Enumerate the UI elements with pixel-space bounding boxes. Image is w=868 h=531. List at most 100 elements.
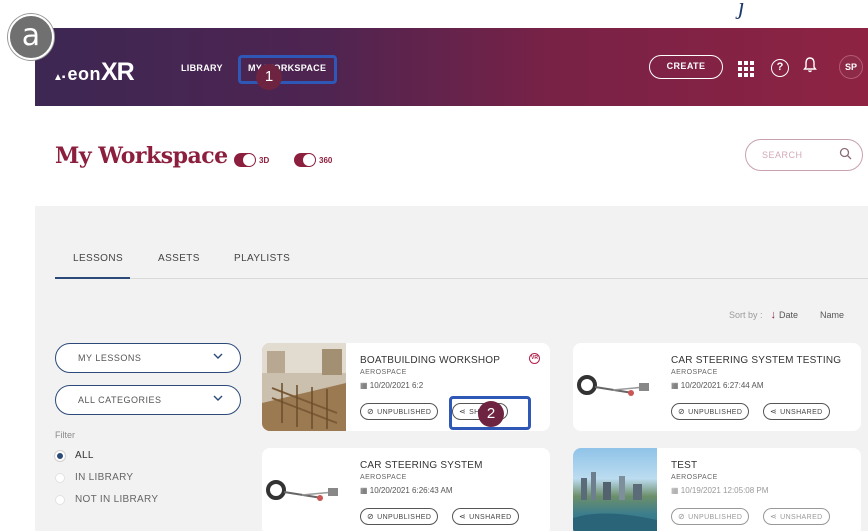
figure-label: a: [8, 14, 54, 60]
calendar-icon: ▦: [360, 486, 370, 495]
lesson-date: ▦ 10/20/2021 6:26:43 AM: [360, 486, 453, 495]
lesson-card[interactable]: CAR STEERING SYSTEM TESTING AEROSPACE ▦ …: [573, 343, 861, 431]
lesson-card[interactable]: TEST AEROSPACE ▦ 10/19/2021 12:05:08 PM …: [573, 448, 861, 531]
title-band: My Workspace 3D 360 SEARCH: [35, 106, 868, 206]
eonxr-logo[interactable]: ▲▪ eon XR: [53, 58, 135, 87]
publish-status-pill[interactable]: ⊘ UNPUBLISHED: [360, 403, 439, 420]
unpublished-icon: ⊘: [678, 407, 686, 416]
search-input[interactable]: SEARCH: [745, 139, 863, 171]
publish-status-label: UNPUBLISHED: [688, 409, 743, 416]
lesson-title[interactable]: TEST: [671, 460, 697, 471]
lesson-date: ▦ 10/19/2021 12:05:08 PM: [671, 486, 768, 495]
tab-assets[interactable]: ASSETS: [158, 253, 200, 264]
share-icon: ⋖: [770, 407, 778, 416]
unpublished-icon: ⊘: [367, 407, 375, 416]
search-placeholder: SEARCH: [762, 150, 803, 160]
radio-not-in-library-label: NOT IN LIBRARY: [75, 494, 159, 505]
publish-status-pill[interactable]: ⊘ UNPUBLISHED: [671, 508, 750, 525]
share-status-label: UNSHARED: [780, 514, 823, 521]
lesson-thumbnail[interactable]: [573, 448, 657, 531]
cropped-decoration: ȷ: [738, 0, 745, 20]
publish-status-label: UNPUBLISHED: [688, 514, 743, 521]
app-frame: ▲▪ eon XR LIBRARY MY WORKSPACE CREATE ? …: [35, 28, 868, 531]
lesson-title[interactable]: CAR STEERING SYSTEM: [360, 460, 483, 471]
lesson-date-value: 10/19/2021 12:05:08 PM: [680, 486, 769, 495]
share-status-pill[interactable]: ⋖ UNSHARED: [763, 508, 830, 525]
publish-status-label: UNPUBLISHED: [377, 514, 432, 521]
lessons-dropdown[interactable]: MY LESSONS: [55, 343, 241, 373]
top-navbar: ▲▪ eon XR LIBRARY MY WORKSPACE CREATE ? …: [35, 28, 868, 106]
toggle-3d-switch[interactable]: [234, 153, 256, 167]
sort-label: Sort by :: [729, 310, 763, 320]
lesson-category: AEROSPACE: [671, 369, 718, 376]
categories-dropdown-value: ALL CATEGORIES: [78, 395, 162, 405]
lesson-date: ▦ 10/20/2021 6:2: [360, 381, 423, 390]
unpublished-icon: ⊘: [678, 512, 686, 521]
share-status-pill[interactable]: ⋖ UNSHARED: [763, 403, 830, 420]
radio-in-library-label: IN LIBRARY: [75, 472, 134, 483]
bell-icon[interactable]: [803, 57, 817, 77]
lesson-category: AEROSPACE: [360, 474, 407, 481]
toggle-3d-label: 3D: [259, 155, 270, 165]
lesson-thumbnail[interactable]: [262, 343, 346, 431]
lessons-dropdown-value: MY LESSONS: [78, 353, 142, 363]
vr-headset-icon: VR: [529, 353, 540, 364]
lesson-category: AEROSPACE: [671, 474, 718, 481]
chevron-down-icon: [212, 392, 224, 407]
toggle-360[interactable]: 360: [294, 153, 332, 167]
tab-lessons[interactable]: LESSONS: [73, 253, 123, 264]
sort-bar: Sort by : ↓ Date Name: [729, 309, 844, 321]
help-icon[interactable]: ?: [771, 59, 789, 77]
lesson-thumbnail[interactable]: [573, 343, 657, 431]
radio-not-in-library[interactable]: NOT IN LIBRARY: [55, 494, 158, 505]
share-icon: ⋖: [459, 512, 467, 521]
create-button[interactable]: CREATE: [649, 55, 723, 79]
apps-grid-icon[interactable]: [735, 58, 757, 80]
lesson-card[interactable]: CAR STEERING SYSTEM AEROSPACE ▦ 10/20/20…: [262, 448, 550, 531]
callout-2: 2: [478, 401, 504, 427]
radio-all-label: ALL: [75, 450, 94, 461]
lesson-date: ▦ 10/20/2021 6:27:44 AM: [671, 381, 764, 390]
radio-dot[interactable]: [55, 472, 65, 483]
lesson-title[interactable]: CAR STEERING SYSTEM TESTING: [671, 355, 841, 366]
callout-1: 1: [256, 64, 282, 90]
tabs-divider: [130, 278, 868, 279]
share-icon: ⋖: [770, 512, 778, 521]
sort-desc-arrow-icon[interactable]: ↓: [771, 309, 777, 321]
publish-status-pill[interactable]: ⊘ UNPUBLISHED: [360, 508, 439, 525]
user-avatar[interactable]: SP: [839, 55, 863, 79]
highlight-box-my-workspace: [238, 55, 337, 84]
lesson-title[interactable]: BOATBUILDING WORKSHOP: [360, 355, 500, 366]
search-icon[interactable]: [839, 147, 852, 163]
logo-text: eon: [67, 64, 101, 84]
radio-in-library[interactable]: IN LIBRARY: [55, 472, 133, 483]
unpublished-icon: ⊘: [367, 512, 375, 521]
share-status-pill[interactable]: ⋖ UNSHARED: [452, 508, 519, 525]
toggle-360-switch[interactable]: [294, 153, 316, 167]
publish-status-pill[interactable]: ⊘ UNPUBLISHED: [671, 403, 750, 420]
calendar-icon: ▦: [671, 381, 681, 390]
active-tab-indicator: [55, 277, 130, 279]
share-status-label: UNSHARED: [780, 409, 823, 416]
lesson-date-value: 10/20/2021 6:27:44 AM: [680, 381, 764, 390]
lesson-category: AEROSPACE: [360, 369, 407, 376]
tab-playlists[interactable]: PLAYLISTS: [234, 253, 290, 264]
sort-option-date[interactable]: Date: [779, 310, 798, 320]
publish-status-label: UNPUBLISHED: [377, 409, 432, 416]
radio-dot[interactable]: [55, 494, 65, 505]
radio-all[interactable]: ALL: [55, 450, 94, 461]
toggle-360-label: 360: [319, 155, 333, 165]
chevron-down-icon: [212, 350, 224, 365]
logo-mark-icon: ▲▪: [53, 72, 65, 83]
filter-label: Filter: [55, 430, 75, 440]
lesson-thumbnail[interactable]: [262, 448, 346, 531]
categories-dropdown[interactable]: ALL CATEGORIES: [55, 385, 241, 415]
share-status-label: UNSHARED: [469, 514, 512, 521]
nav-library[interactable]: LIBRARY: [181, 63, 223, 73]
logo-xr: XR: [100, 58, 135, 86]
toggle-3d[interactable]: 3D: [234, 153, 269, 167]
sort-option-name[interactable]: Name: [820, 310, 844, 320]
radio-dot[interactable]: [55, 450, 65, 461]
lesson-date-value: 10/20/2021 6:26:43 AM: [369, 486, 453, 495]
page-title: My Workspace: [55, 143, 228, 169]
